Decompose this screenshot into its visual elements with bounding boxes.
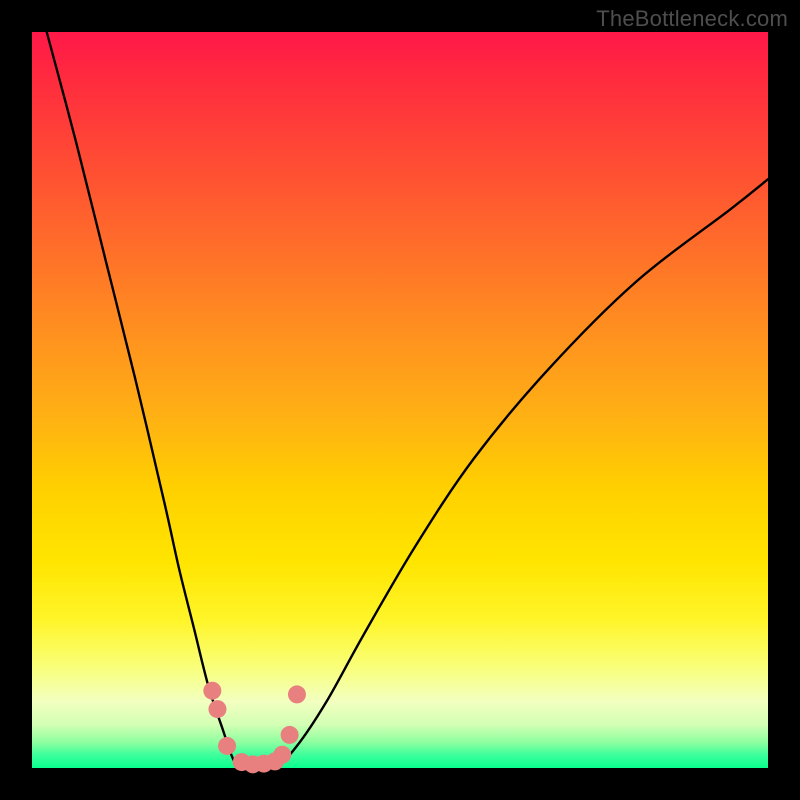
marker-dot xyxy=(203,682,221,700)
plot-area xyxy=(32,32,768,768)
chart-frame: TheBottleneck.com xyxy=(0,0,800,800)
marker-dot xyxy=(208,700,226,718)
bottleneck-curve xyxy=(47,32,768,770)
marker-dot xyxy=(281,726,299,744)
marker-dots xyxy=(203,682,306,774)
curve-layer xyxy=(32,32,768,768)
marker-dot xyxy=(288,685,306,703)
marker-dot xyxy=(273,746,291,764)
watermark-text: TheBottleneck.com xyxy=(596,6,788,32)
marker-dot xyxy=(218,737,236,755)
